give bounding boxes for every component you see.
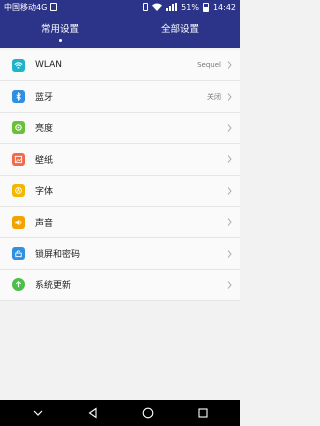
chevron-right-icon xyxy=(227,124,232,132)
settings-item-value: 关闭 xyxy=(207,92,221,101)
battery-percent: 51% xyxy=(181,2,199,12)
settings-item-label: 系统更新 xyxy=(35,281,72,292)
settings-item-label: 锁屏和密码 xyxy=(35,250,81,261)
back-triangle-icon xyxy=(88,407,97,419)
lock-icon xyxy=(12,247,25,261)
status-right: 51% 14:42 xyxy=(143,2,236,12)
active-tab-indicator xyxy=(58,38,62,42)
recents-button[interactable] xyxy=(188,403,218,423)
settings-item-bluetooth[interactable]: 蓝牙 关闭 xyxy=(0,81,240,113)
status-left: 中国移动4G xyxy=(4,2,58,13)
vibrate-icon xyxy=(143,3,149,11)
home-circle-icon xyxy=(142,407,153,419)
settings-item-label: 蓝牙 xyxy=(35,93,54,104)
recents-square-icon xyxy=(197,408,208,418)
chevron-right-icon xyxy=(227,249,232,258)
collapse-button[interactable] xyxy=(23,403,53,423)
settings-item-brightness[interactable]: 亮度 xyxy=(0,113,240,145)
tab-label: 全部设置 xyxy=(160,23,199,35)
wallpaper-icon xyxy=(12,152,25,166)
chevron-right-icon xyxy=(227,92,232,101)
settings-item-wallpaper[interactable]: 壁纸 xyxy=(0,144,240,176)
sim-icon xyxy=(50,3,58,11)
carrier-label: 中国移动4G xyxy=(4,2,48,12)
tab-common-settings[interactable]: 常用设置 xyxy=(0,14,120,48)
settings-list: WLAN Sequel 蓝牙 关闭 亮度 壁纸 字体 声音 锁屏和密码 系统更新 xyxy=(0,50,240,302)
settings-item-system-update[interactable]: 系统更新 xyxy=(0,270,240,302)
font-icon xyxy=(12,184,25,198)
chevron-right-icon xyxy=(227,218,232,226)
header: 中国移动4G 51% 14:42 常用设置 全部设置 xyxy=(0,0,240,48)
clock: 14:42 xyxy=(212,2,236,12)
settings-item-label: 亮度 xyxy=(35,124,54,135)
signal-icon xyxy=(166,3,178,11)
navigation-bar xyxy=(0,400,240,426)
settings-item-lock-screen[interactable]: 锁屏和密码 xyxy=(0,238,240,270)
settings-item-label: 壁纸 xyxy=(35,155,54,166)
settings-item-label: WLAN xyxy=(35,60,63,71)
wifi-status-icon xyxy=(152,3,163,11)
settings-item-font[interactable]: 字体 xyxy=(0,176,240,207)
settings-item-sound[interactable]: 声音 xyxy=(0,207,240,239)
settings-item-wlan[interactable]: WLAN Sequel xyxy=(0,50,240,82)
gear-icon xyxy=(12,121,25,135)
wifi-icon xyxy=(12,58,25,72)
home-button[interactable] xyxy=(133,403,163,423)
settings-item-label: 字体 xyxy=(35,187,54,198)
chevron-right-icon xyxy=(227,155,232,164)
chevron-right-icon xyxy=(227,186,232,195)
update-icon xyxy=(12,278,25,292)
tab-bar: 常用设置 全部设置 xyxy=(0,14,240,48)
settings-item-value: Sequel xyxy=(197,61,221,70)
chevron-down-icon xyxy=(33,410,42,416)
chevron-right-icon xyxy=(227,61,232,70)
speaker-icon xyxy=(12,215,25,229)
back-button[interactable] xyxy=(78,403,108,423)
chevron-right-icon xyxy=(227,281,232,289)
battery-icon xyxy=(202,2,209,12)
status-bar: 中国移动4G 51% 14:42 xyxy=(0,0,240,14)
bluetooth-icon xyxy=(12,90,25,104)
tab-all-settings[interactable]: 全部设置 xyxy=(120,14,240,48)
tab-label: 常用设置 xyxy=(40,23,79,35)
settings-item-label: 声音 xyxy=(35,218,54,229)
